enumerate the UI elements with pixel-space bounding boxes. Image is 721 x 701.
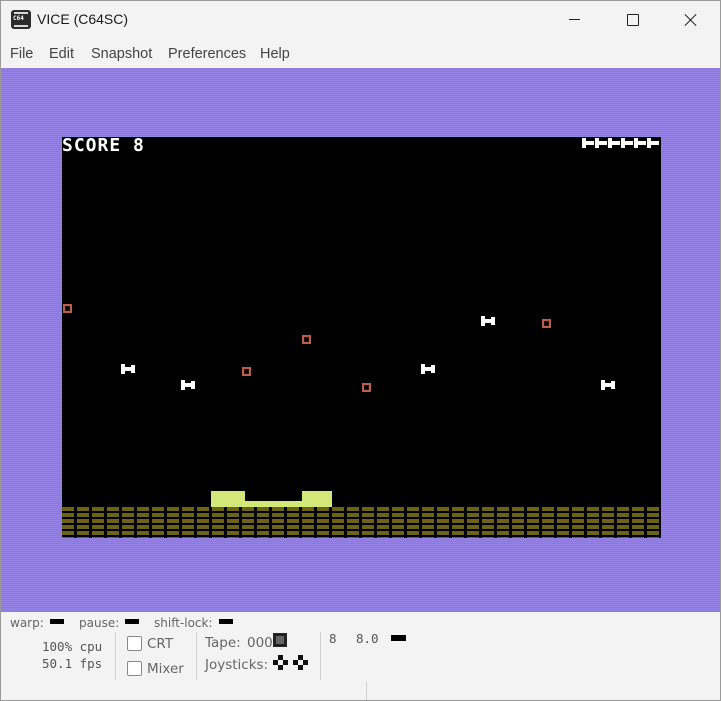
tape-status-icon[interactable] <box>273 633 287 647</box>
menu-preferences[interactable]: Preferences <box>168 46 246 62</box>
window-title: VICE (C64SC) <box>37 11 129 27</box>
life-ship-icon <box>595 138 607 148</box>
lives-indicator <box>581 138 659 148</box>
life-ship-icon <box>621 138 633 148</box>
life-ship-icon <box>608 138 620 148</box>
tape-label: Tape: <box>205 635 241 651</box>
c64-app-icon: C64 <box>11 10 31 29</box>
vice-window: C64 VICE (C64SC) File Edit Snapshot Pref… <box>0 0 721 701</box>
close-button[interactable] <box>668 1 714 39</box>
menu-edit[interactable]: Edit <box>49 46 74 62</box>
life-ship-icon <box>647 138 659 148</box>
menu-bar: File Edit Snapshot Preferences Help <box>1 39 720 68</box>
title-bar: C64 VICE (C64SC) <box>1 1 720 39</box>
crt-checkbox[interactable] <box>127 636 142 651</box>
joystick-port2-icon[interactable] <box>293 655 308 670</box>
maximize-button[interactable] <box>610 1 656 39</box>
life-ship-icon <box>634 138 646 148</box>
enemy-ship <box>421 364 436 374</box>
crt-label: CRT <box>147 636 174 652</box>
enemy-ship <box>181 380 196 390</box>
drive-led <box>391 635 406 641</box>
tape-counter: 000 <box>247 635 273 651</box>
shift-lock-led[interactable] <box>219 619 233 624</box>
separator <box>115 632 116 680</box>
separator <box>196 632 197 680</box>
life-ship-icon <box>582 138 594 148</box>
crate <box>362 383 371 392</box>
enemy-ship <box>481 316 496 326</box>
crate <box>242 367 251 376</box>
enemy-ship <box>121 364 136 374</box>
drive-track: 8.0 <box>356 631 379 646</box>
separator <box>366 682 367 700</box>
score-display: SCORE 8 <box>62 137 145 156</box>
crate <box>302 335 311 344</box>
pause-label: pause: <box>79 616 120 630</box>
maximize-icon <box>627 14 639 26</box>
mixer-checkbox[interactable] <box>127 661 142 676</box>
minimize-icon <box>568 18 580 20</box>
joysticks-label: Joysticks: <box>205 657 269 673</box>
status-bar: warp: pause: shift-lock: 100% cpu 50.1 f… <box>1 612 720 700</box>
warp-led[interactable] <box>50 619 64 624</box>
separator <box>320 632 321 680</box>
fps-counter: 50.1 fps <box>42 656 103 671</box>
joystick-port1-icon[interactable] <box>273 655 288 670</box>
minimize-button[interactable] <box>551 1 597 39</box>
pause-led[interactable] <box>125 619 139 624</box>
game-playfield[interactable]: SCORE 8 <box>62 137 661 538</box>
menu-help[interactable]: Help <box>260 46 290 62</box>
enemy-ship <box>601 380 616 390</box>
emulator-screen[interactable]: SCORE 8 <box>1 68 720 612</box>
drive-unit: 8 <box>329 631 337 646</box>
crate <box>63 304 72 313</box>
close-icon <box>684 13 698 27</box>
shift-lock-label: shift-lock: <box>154 616 213 630</box>
crate <box>542 319 551 328</box>
warp-label: warp: <box>10 616 44 630</box>
menu-snapshot[interactable]: Snapshot <box>91 46 152 62</box>
cpu-usage: 100% cpu <box>42 639 103 654</box>
menu-file[interactable]: File <box>10 46 33 62</box>
brick-ground <box>62 507 661 538</box>
mixer-label: Mixer <box>147 661 184 677</box>
